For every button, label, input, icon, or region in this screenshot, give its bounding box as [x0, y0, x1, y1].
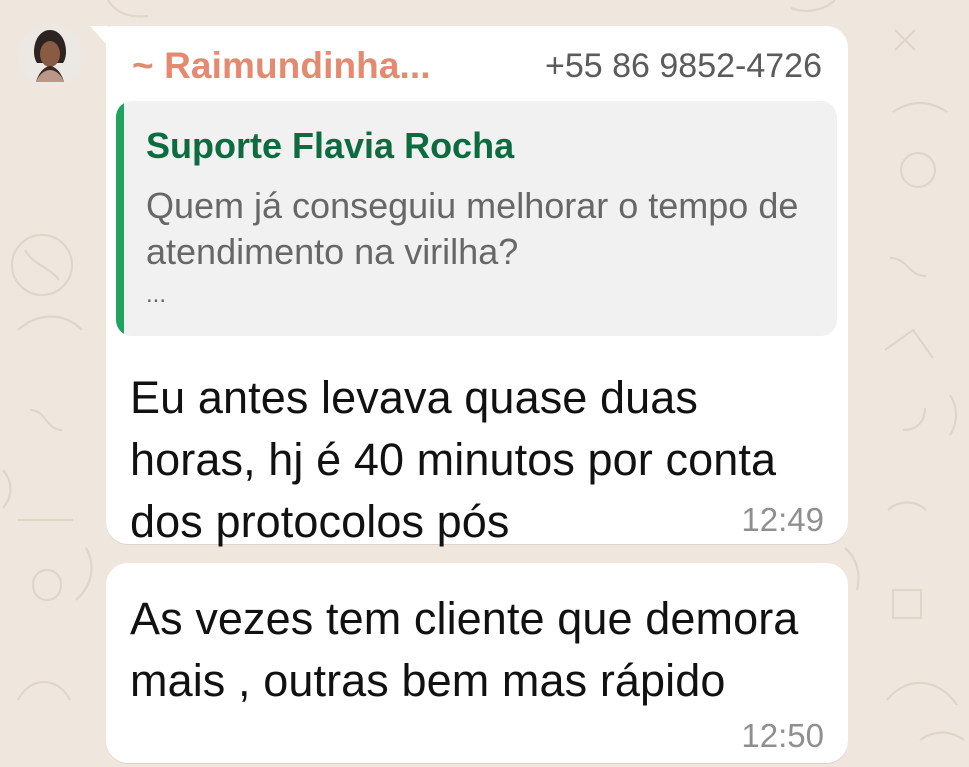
sender-phone: +55 86 9852-4726	[545, 47, 822, 85]
chat-message-list[interactable]: ~ Raimundinha... +55 86 9852-4726 Suport…	[0, 0, 969, 767]
incoming-message-bubble[interactable]: As vezes tem cliente que demora mais , o…	[106, 563, 848, 763]
sender-avatar[interactable]	[18, 24, 82, 88]
message-time: 12:49	[741, 501, 824, 538]
message-time: 12:50	[741, 717, 824, 754]
sender-row: ~ Raimundinha... +55 86 9852-4726	[132, 44, 822, 88]
message-text: Eu antes levava quase duas horas, hj é 4…	[130, 372, 777, 547]
quoted-text-ellipsis: ...	[146, 281, 167, 308]
quoted-message[interactable]: Suporte Flavia Rocha Quem já conseguiu m…	[116, 101, 837, 336]
quoted-author: Suporte Flavia Rocha	[146, 125, 515, 166]
quoted-text: Quem já conseguiu melhorar o tempo de at…	[146, 185, 799, 272]
message-text: As vezes tem cliente que demora mais , o…	[130, 593, 799, 706]
quoted-message-accent-bar	[116, 101, 124, 336]
incoming-message-bubble[interactable]: ~ Raimundinha... +55 86 9852-4726 Suport…	[106, 26, 848, 547]
sender-name[interactable]: ~ Raimundinha...	[132, 44, 431, 88]
